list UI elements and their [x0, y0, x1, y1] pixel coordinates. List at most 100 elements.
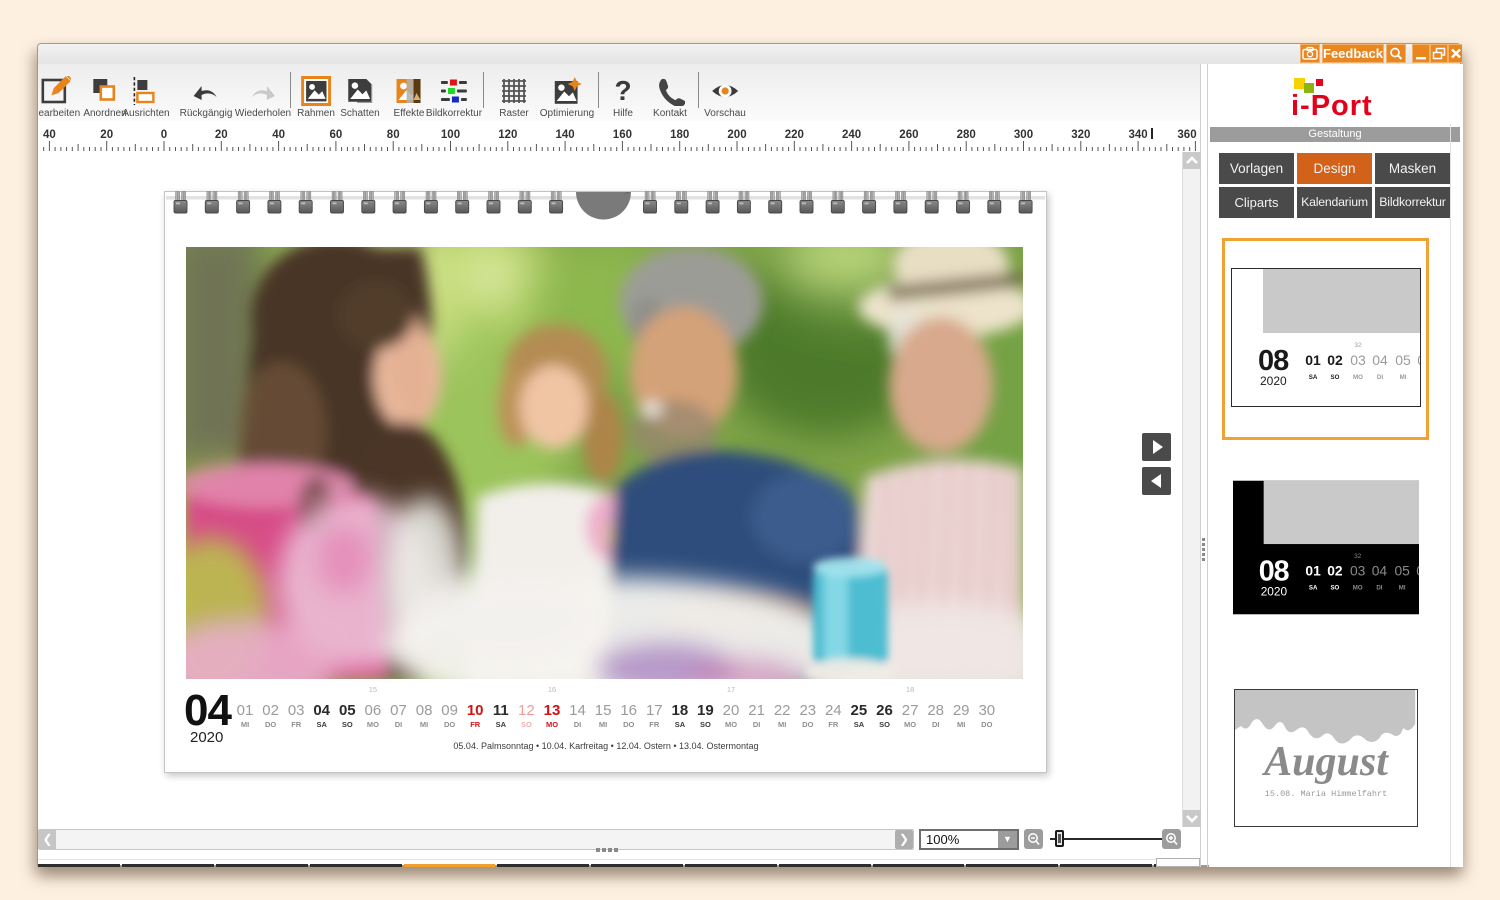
svg-text:MI: MI [1399, 585, 1406, 592]
svg-text:08: 08 [1258, 345, 1289, 377]
svg-text:16: 16 [620, 702, 637, 719]
svg-text:SO: SO [342, 720, 353, 729]
svg-text:240: 240 [842, 129, 861, 141]
svg-text:SO: SO [521, 720, 532, 729]
svg-text:MI: MI [778, 720, 786, 729]
svg-text:28: 28 [927, 702, 944, 719]
svg-text:20: 20 [723, 702, 740, 719]
svg-text:120: 120 [498, 129, 517, 141]
svg-text:03: 03 [1350, 563, 1366, 579]
svg-text:40: 40 [272, 129, 285, 141]
svg-text:DO: DO [981, 720, 992, 729]
svg-text:06: 06 [1417, 352, 1420, 368]
svg-text:05.04. Palmsonntag • 10.04. Ka: 05.04. Palmsonntag • 10.04. Karfreitag •… [453, 741, 758, 751]
svg-text:260: 260 [899, 129, 918, 141]
svg-text:SO: SO [700, 720, 711, 729]
svg-text:SA: SA [1309, 585, 1318, 592]
svg-text:DI: DI [932, 720, 940, 729]
svg-text:FR: FR [828, 720, 839, 729]
svg-text:11: 11 [493, 702, 509, 719]
svg-text:MO: MO [367, 720, 379, 729]
svg-text:20: 20 [100, 129, 113, 141]
svg-text:01: 01 [237, 702, 254, 719]
svg-text:06: 06 [1416, 563, 1419, 579]
svg-text:23: 23 [799, 702, 816, 719]
svg-text:360: 360 [1177, 129, 1196, 141]
svg-text:14: 14 [569, 702, 586, 719]
svg-text:SO: SO [1331, 374, 1340, 381]
svg-text:220: 220 [785, 129, 804, 141]
svg-text:SA: SA [1309, 374, 1318, 381]
svg-text:340: 340 [1129, 129, 1148, 141]
svg-text:32: 32 [1354, 553, 1362, 560]
svg-text:16: 16 [548, 685, 556, 694]
svg-text:DO: DO [444, 720, 455, 729]
svg-text:19: 19 [697, 702, 714, 719]
svg-text:05: 05 [339, 702, 356, 719]
svg-text:09: 09 [441, 702, 458, 719]
svg-text:0: 0 [161, 129, 167, 141]
svg-text:02: 02 [262, 702, 279, 719]
svg-text:18: 18 [906, 685, 914, 694]
svg-text:03: 03 [1350, 352, 1366, 368]
svg-text:MO: MO [546, 720, 558, 729]
svg-text:06: 06 [365, 702, 382, 719]
svg-text:02: 02 [1327, 563, 1343, 579]
svg-text:SA: SA [854, 720, 865, 729]
svg-text:MI: MI [599, 720, 607, 729]
svg-text:?: ? [614, 76, 631, 106]
svg-text:17: 17 [727, 685, 735, 694]
svg-text:MI: MI [241, 720, 249, 729]
svg-text:MI: MI [420, 720, 428, 729]
svg-text:22: 22 [774, 702, 791, 719]
svg-text:SA: SA [496, 720, 507, 729]
svg-text:17: 17 [646, 702, 663, 719]
svg-text:04: 04 [1372, 352, 1388, 368]
svg-text:SO: SO [1330, 585, 1339, 592]
svg-text:26: 26 [876, 702, 893, 719]
svg-text:DO: DO [802, 720, 813, 729]
svg-text:200: 200 [727, 129, 746, 141]
svg-text:21: 21 [748, 702, 765, 719]
svg-text:15.08. Maria Himmelfahrt: 15.08. Maria Himmelfahrt [1265, 789, 1387, 799]
svg-text:2020: 2020 [190, 729, 223, 746]
svg-text:18: 18 [672, 702, 689, 719]
svg-text:04: 04 [1372, 563, 1388, 579]
svg-text:05: 05 [1394, 563, 1410, 579]
svg-text:01: 01 [1305, 563, 1321, 579]
svg-text:2020: 2020 [1260, 374, 1287, 388]
svg-text:320: 320 [1071, 129, 1090, 141]
svg-text:280: 280 [957, 129, 976, 141]
svg-text:140: 140 [556, 129, 575, 141]
svg-text:05: 05 [1395, 352, 1411, 368]
svg-text:60: 60 [330, 129, 343, 141]
svg-text:MO: MO [725, 720, 737, 729]
svg-text:15: 15 [369, 685, 377, 694]
svg-text:300: 300 [1014, 129, 1033, 141]
svg-text:MO: MO [1353, 374, 1363, 381]
svg-text:07: 07 [390, 702, 407, 719]
svg-text:SA: SA [675, 720, 686, 729]
svg-text:DI: DI [1377, 374, 1383, 381]
svg-text:180: 180 [670, 129, 689, 141]
svg-text:04: 04 [184, 686, 232, 735]
svg-text:10: 10 [467, 702, 484, 719]
svg-text:03: 03 [288, 702, 305, 719]
svg-text:160: 160 [613, 129, 632, 141]
svg-text:40: 40 [43, 129, 56, 141]
svg-text:20: 20 [215, 129, 228, 141]
svg-text:DI: DI [574, 720, 582, 729]
svg-text:100: 100 [441, 129, 460, 141]
svg-text:DI: DI [395, 720, 403, 729]
svg-text:01: 01 [1305, 352, 1321, 368]
svg-text:SA: SA [316, 720, 327, 729]
svg-text:25: 25 [851, 702, 868, 719]
svg-text:FR: FR [649, 720, 660, 729]
svg-text:29: 29 [953, 702, 970, 719]
svg-text:MO: MO [904, 720, 916, 729]
svg-text:August: August [1261, 739, 1389, 785]
svg-text:12: 12 [518, 702, 535, 719]
svg-text:24: 24 [825, 702, 842, 719]
svg-text:DI: DI [1376, 585, 1382, 592]
svg-text:04: 04 [313, 702, 330, 719]
